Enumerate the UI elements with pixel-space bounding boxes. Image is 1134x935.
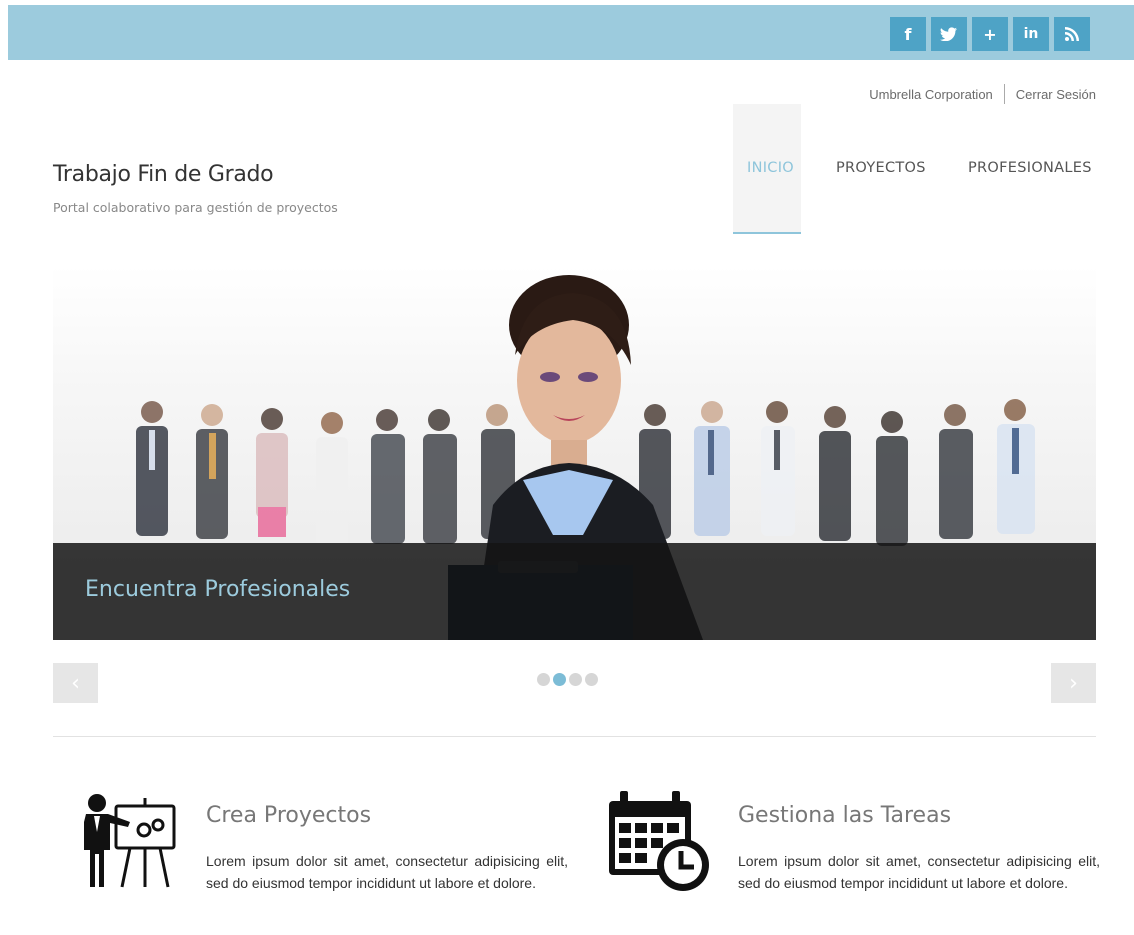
hero-slide: Encuentra Profesionales	[53, 265, 1096, 640]
twitter-icon[interactable]	[931, 17, 967, 51]
slide-caption: Encuentra Profesionales	[85, 577, 351, 602]
social-links: f + in	[890, 17, 1090, 51]
slider-dots	[537, 673, 598, 686]
nav-proyectos[interactable]: PROYECTOS	[836, 160, 926, 176]
presentation-icon	[70, 792, 178, 897]
top-bar: f + in	[8, 5, 1134, 60]
slider-dot-active[interactable]	[553, 673, 566, 686]
slider-prev-button[interactable]: ‹	[53, 663, 98, 703]
google-plus-icon[interactable]: +	[972, 17, 1008, 51]
section-divider	[53, 736, 1096, 737]
feature-text-gestiona-tareas: Lorem ipsum dolor sit amet, consectetur …	[738, 853, 1100, 891]
nav-inicio[interactable]: INICIO	[747, 160, 794, 176]
calendar-clock-icon	[606, 789, 712, 898]
feature-title-crea-proyectos: Crea Proyectos	[206, 803, 372, 828]
logout-link[interactable]: Cerrar Sesión	[1016, 87, 1096, 102]
slider-dot[interactable]	[537, 673, 550, 686]
user-links-divider	[1003, 84, 1005, 104]
nav-profesionales[interactable]: PROFESIONALES	[968, 160, 1092, 176]
site-subtitle: Portal colaborativo para gestión de proy…	[53, 200, 338, 215]
linkedin-icon[interactable]: in	[1013, 17, 1049, 51]
user-links: Umbrella Corporation Cerrar Sesión	[869, 84, 1096, 104]
company-link[interactable]: Umbrella Corporation	[869, 87, 993, 102]
feature-title-gestiona-tareas: Gestiona las Tareas	[738, 803, 952, 828]
rss-icon[interactable]	[1054, 17, 1090, 51]
slider-next-button[interactable]: ›	[1051, 663, 1096, 703]
slider-dot[interactable]	[585, 673, 598, 686]
slider-dot[interactable]	[569, 673, 582, 686]
feature-text-crea-proyectos: Lorem ipsum dolor sit amet, consectetur …	[206, 853, 568, 891]
site-title[interactable]: Trabajo Fin de Grado	[53, 162, 274, 187]
facebook-icon[interactable]: f	[890, 17, 926, 51]
